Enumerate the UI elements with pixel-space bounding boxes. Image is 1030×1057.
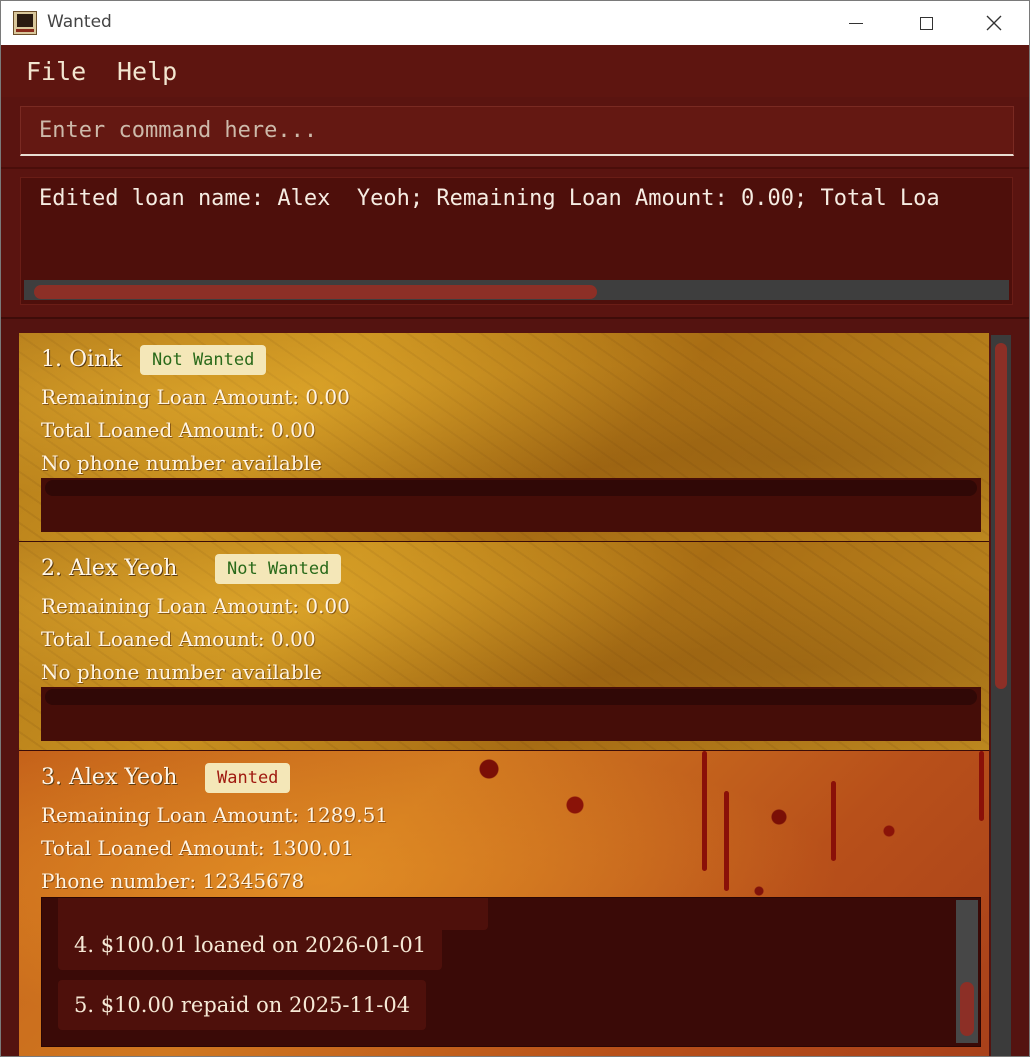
result-scroll-thumb[interactable] [34,285,597,299]
person-name: 3. Alex Yeoh [41,765,178,790]
menu-bar: File Help [1,45,1029,99]
total-loaned-amount: Total Loaned Amount: 0.00 [41,627,316,651]
menu-help[interactable]: Help [117,57,177,86]
person-list-panel: 1. Oink Not Wanted Remaining Loan Amount… [1,317,1029,1056]
person-list-scroll-thumb[interactable] [995,343,1007,689]
wanted-list-app-icon [13,11,37,35]
person-card[interactable]: 2. Alex Yeoh Not Wanted Remaining Loan A… [19,542,989,751]
menu-file[interactable]: File [26,57,86,86]
person-card[interactable]: 1. Oink Not Wanted Remaining Loan Amount… [19,333,989,542]
phone-number: No phone number available [41,660,322,684]
loan-entry: 5. $10.00 repaid on 2025-11-04 [58,980,427,1030]
person-list-scrollbar[interactable] [991,335,1011,1056]
person-name: 1. Oink [41,347,122,372]
phone-number: No phone number available [41,451,322,475]
loan-list-scroll-thumb[interactable] [960,982,974,1036]
close-icon [986,15,1002,31]
person-name: 2. Alex Yeoh [41,556,178,581]
minimize-icon [849,22,863,24]
status-badge: Not Wanted [140,345,267,375]
total-loaned-amount: Total Loaned Amount: 0.00 [41,418,316,442]
result-text: Edited loan name: Alex Yeoh; Remaining L… [39,186,940,211]
result-display: Edited loan name: Alex Yeoh; Remaining L… [20,177,1013,305]
blood-drip [979,751,984,821]
minimize-button[interactable] [821,1,891,45]
loan-list-scrollbar[interactable] [45,689,977,705]
remaining-loan-amount: Remaining Loan Amount: 0.00 [41,385,350,409]
loan-history-list[interactable] [41,687,981,741]
total-loaned-amount: Total Loaned Amount: 1300.01 [41,836,354,860]
command-box [1,97,1029,169]
blood-drip [831,781,836,861]
title-bar: Wanted [1,1,1029,45]
blood-drip [724,791,729,891]
loan-list-scrollbar[interactable] [956,900,978,1043]
window-title: Wanted [47,12,112,32]
status-badge: Not Wanted [215,554,342,584]
loan-history-list[interactable]: 4. $100.01 loaned on 2026-01-01 5. $10.0… [41,897,981,1047]
result-horizontal-scrollbar[interactable] [24,280,1009,300]
person-list: 1. Oink Not Wanted Remaining Loan Amount… [19,333,989,1056]
blood-drip [702,751,707,871]
app-window: Wanted File Help Edited loan name: Alex … [0,0,1030,1057]
remaining-loan-amount: Remaining Loan Amount: 1289.51 [41,803,389,827]
status-badge: Wanted [205,763,291,793]
maximize-icon [919,16,933,30]
remaining-loan-amount: Remaining Loan Amount: 0.00 [41,594,350,618]
loan-history-list[interactable] [41,478,981,532]
person-card[interactable]: 3. Alex Yeoh Wanted Remaining Loan Amoun… [19,751,989,1056]
loan-entry: 4. $100.01 loaned on 2026-01-01 [58,920,443,970]
command-input[interactable] [20,106,1014,156]
loan-list-scrollbar[interactable] [45,480,977,496]
phone-number: Phone number: 12345678 [41,869,305,893]
maximize-button[interactable] [891,1,961,45]
close-button[interactable] [959,1,1029,45]
